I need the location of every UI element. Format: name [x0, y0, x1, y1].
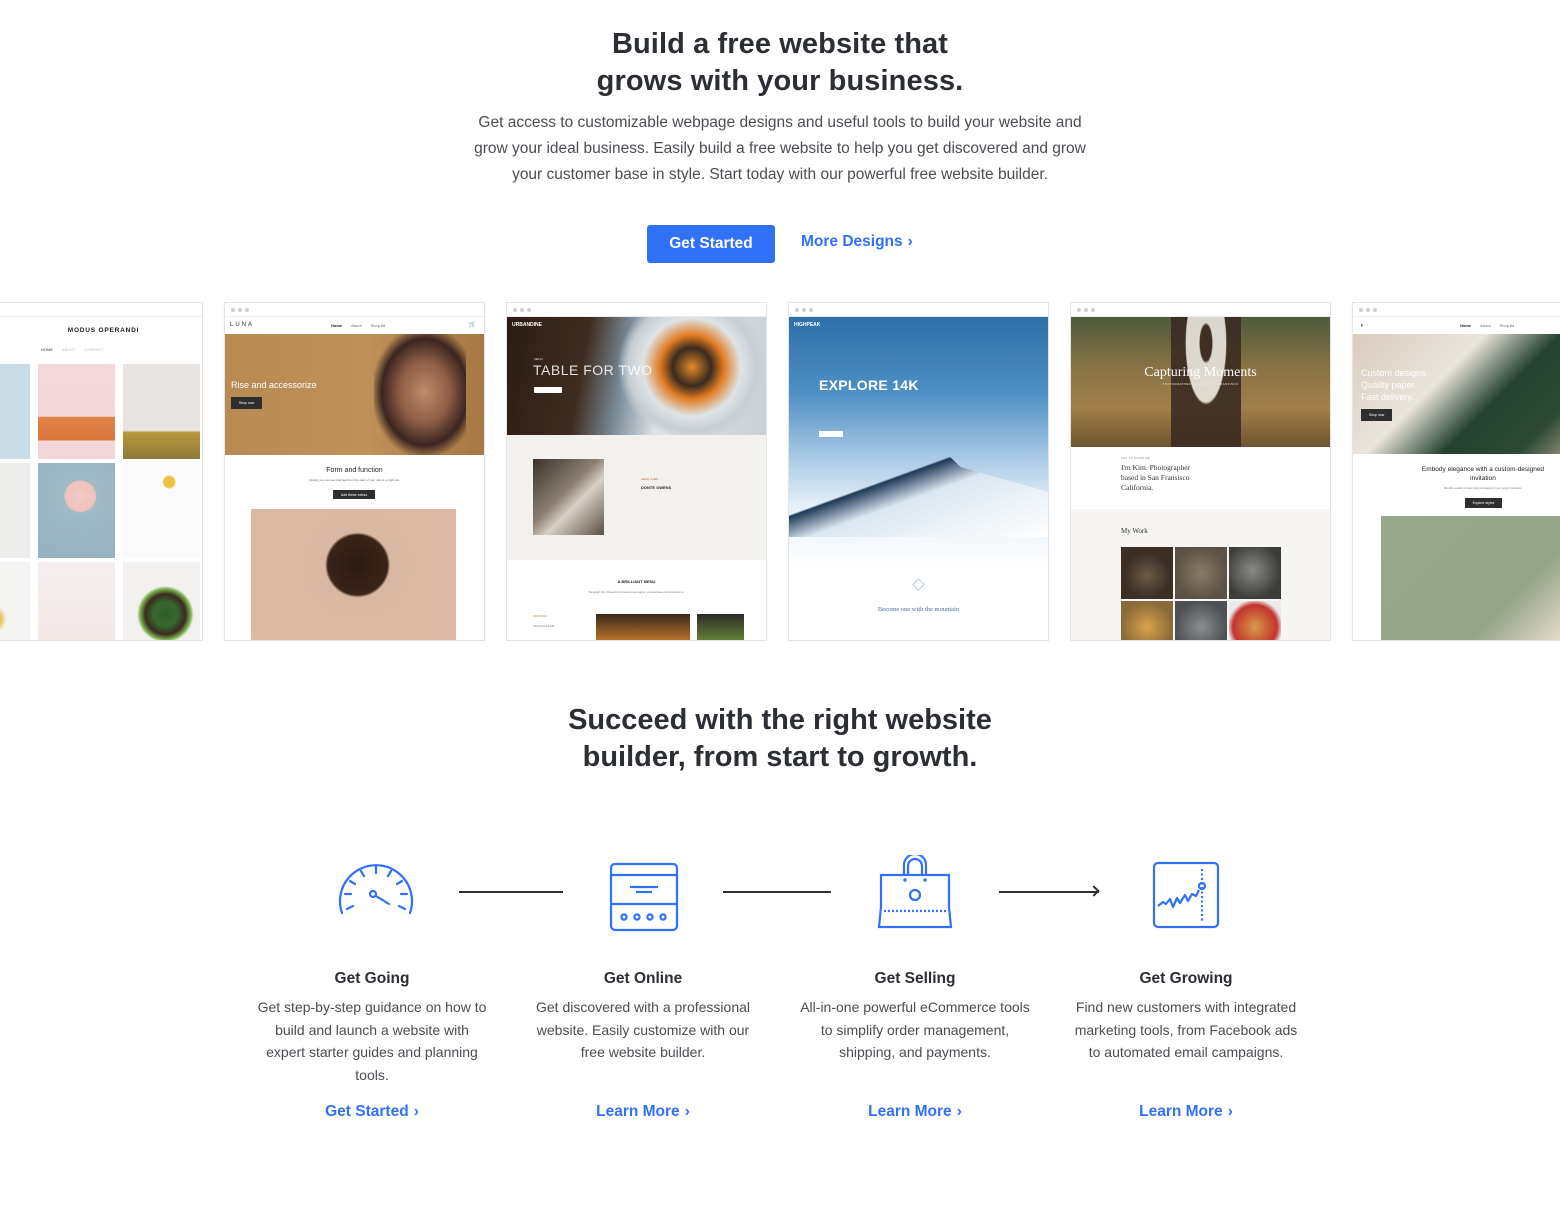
learn-more-growing-link[interactable]: Learn More › [1071, 1103, 1301, 1121]
chevron-right-icon: › [956, 1103, 962, 1120]
section-title: Succeed with the right website builder, … [0, 702, 1560, 776]
template-hero-image: URBANDINE MENU TABLE FOR TWO [507, 317, 766, 437]
template-card-luna[interactable]: LUNA Home About Shop All 🛒 Rise and acce… [224, 302, 485, 641]
template-hero-image: Custom designs. Quality paper. Fast deli… [1353, 334, 1560, 454]
browser-chrome [225, 303, 484, 317]
template-hero-title: Capturing Moments [1144, 365, 1257, 380]
get-started-button[interactable]: Get Started [647, 225, 775, 263]
step-get-growing: Get Growing Find new customers with inte… [1071, 968, 1301, 1064]
template-logo: URBANDINE [512, 322, 542, 328]
browser-chrome [507, 303, 766, 317]
template-section-button: Add these extras [333, 490, 375, 499]
browser-chrome [1353, 303, 1560, 317]
template-hero-image: Capturing Moments PHOTOGRAPHER BASED IN … [1071, 317, 1330, 447]
step-get-going: Get Going Get step-by-step guidance on h… [257, 968, 487, 1086]
template-site-title: MODUS OPERANDI [67, 327, 140, 334]
template-hero-title: EXPLORE 14K [819, 377, 919, 393]
hero-title-line-1: Build a free website that [611, 28, 949, 60]
template-section-button: Explore styles [1465, 498, 1502, 508]
template-photo [1381, 516, 1560, 640]
diamond-icon [912, 578, 925, 591]
growth-chart-icon [1152, 861, 1220, 929]
chevron-right-icon: › [413, 1103, 419, 1120]
template-nav: HOME ABOUT CONTACT [41, 347, 104, 352]
step-description: Get discovered with a professional websi… [536, 999, 750, 1060]
template-logo: HIGHPEAK [794, 322, 821, 328]
step-title: Get Growing [1139, 970, 1233, 987]
learn-more-selling-link[interactable]: Learn More › [800, 1103, 1030, 1121]
template-nav: Home About Shop All [1460, 323, 1515, 328]
browser-window-icon [609, 862, 679, 932]
template-photo-grid [1121, 547, 1281, 640]
step-description: All-in-one powerful eCommerce tools to s… [800, 999, 1030, 1060]
more-designs-label: More Designs [801, 233, 903, 250]
step-description: Get step-by-step guidance on how to buil… [257, 999, 487, 1083]
cart-icon: 🛒 [468, 322, 476, 328]
shopping-bag-icon [877, 855, 953, 929]
chevron-right-icon: › [907, 233, 913, 250]
template-hero-image: HIGHPEAK EXPLORE 14K [789, 317, 1048, 572]
template-logo: LUNA [230, 322, 255, 328]
template-hero-button [534, 387, 562, 393]
step-title: Get Going [334, 970, 410, 987]
template-card-capturing-moments[interactable]: Capturing Moments PHOTOGRAPHER BASED IN … [1070, 302, 1331, 641]
chevron-right-icon: › [684, 1103, 690, 1120]
template-hero-button: Shop now [231, 397, 262, 409]
template-card-stationery[interactable]: ▮ Home About Shop All Custom designs. Qu… [1352, 302, 1560, 641]
template-chef-photo [533, 459, 604, 535]
template-about-title: I'm Kim. Photographer based in San Frans… [1121, 463, 1191, 492]
hero-title: Build a free website that grows with you… [0, 26, 1560, 100]
connector-line [723, 891, 831, 893]
section-title-line-1: Succeed with the right website [568, 704, 992, 736]
template-hero-button [819, 431, 843, 437]
template-chef-name: DONTE OWENS [641, 485, 672, 490]
learn-more-online-link[interactable]: Learn More › [528, 1103, 758, 1121]
template-card-highpeak[interactable]: HIGHPEAK EXPLORE 14K Become one with the… [788, 302, 1049, 641]
template-logo: ▮ [1361, 323, 1364, 327]
template-hero-image: Rise and accessorize Shop now [225, 334, 484, 455]
browser-chrome [0, 303, 202, 317]
template-section-title: Form and function [326, 467, 383, 474]
more-designs-link[interactable]: More Designs › [801, 233, 913, 251]
browser-chrome [789, 303, 1048, 317]
template-hero-button: Shop now [1361, 409, 1392, 421]
template-nav: Home About Shop All [331, 323, 386, 328]
template-photo-grid [0, 364, 200, 640]
section-title-line-2: builder, from start to growth. [582, 741, 978, 773]
connector-line [459, 891, 563, 893]
hero-title-line-2: grows with your business. [596, 65, 964, 97]
template-work-title: My Work [1121, 527, 1148, 535]
step-get-selling: Get Selling All-in-one powerful eCommerc… [800, 968, 1030, 1064]
get-started-link[interactable]: Get Started › [257, 1103, 487, 1121]
template-hero-title: TABLE FOR TWO [533, 362, 653, 378]
template-menu-title: A BRILLIANT MENU [617, 579, 656, 584]
steps-icon-row [0, 855, 1560, 935]
template-gallery: MODUS OPERANDI HOME ABOUT CONTACT LUNA H… [0, 302, 1560, 642]
template-card-modus-operandi[interactable]: MODUS OPERANDI HOME ABOUT CONTACT [0, 302, 203, 641]
template-hero-text: Rise and accessorize [231, 380, 317, 390]
template-section-title: Embody elegance with a custom-designed i… [1421, 466, 1545, 482]
speedometer-icon [338, 864, 414, 915]
template-section-title: Become one with the mountain [877, 606, 960, 613]
browser-chrome [1071, 303, 1330, 317]
step-title: Get Online [603, 970, 683, 987]
template-photo [251, 509, 456, 640]
template-card-urbandine[interactable]: URBANDINE MENU TABLE FOR TWO HEAD CHEF D… [506, 302, 767, 641]
connector-arrow-line [999, 891, 1099, 893]
step-description: Find new customers with integrated marke… [1074, 999, 1298, 1060]
step-title: Get Selling [874, 970, 956, 987]
arrow-right-icon [1088, 885, 1100, 897]
hero-description: Get access to customizable webpage desig… [474, 114, 1086, 183]
step-get-online: Get Online Get discovered with a profess… [528, 968, 758, 1064]
template-section-text: Quality you can see and feel from the st… [308, 478, 401, 482]
chevron-right-icon: › [1227, 1103, 1233, 1120]
template-hero-text: Custom designs. Quality paper. Fast deli… [1361, 368, 1429, 402]
